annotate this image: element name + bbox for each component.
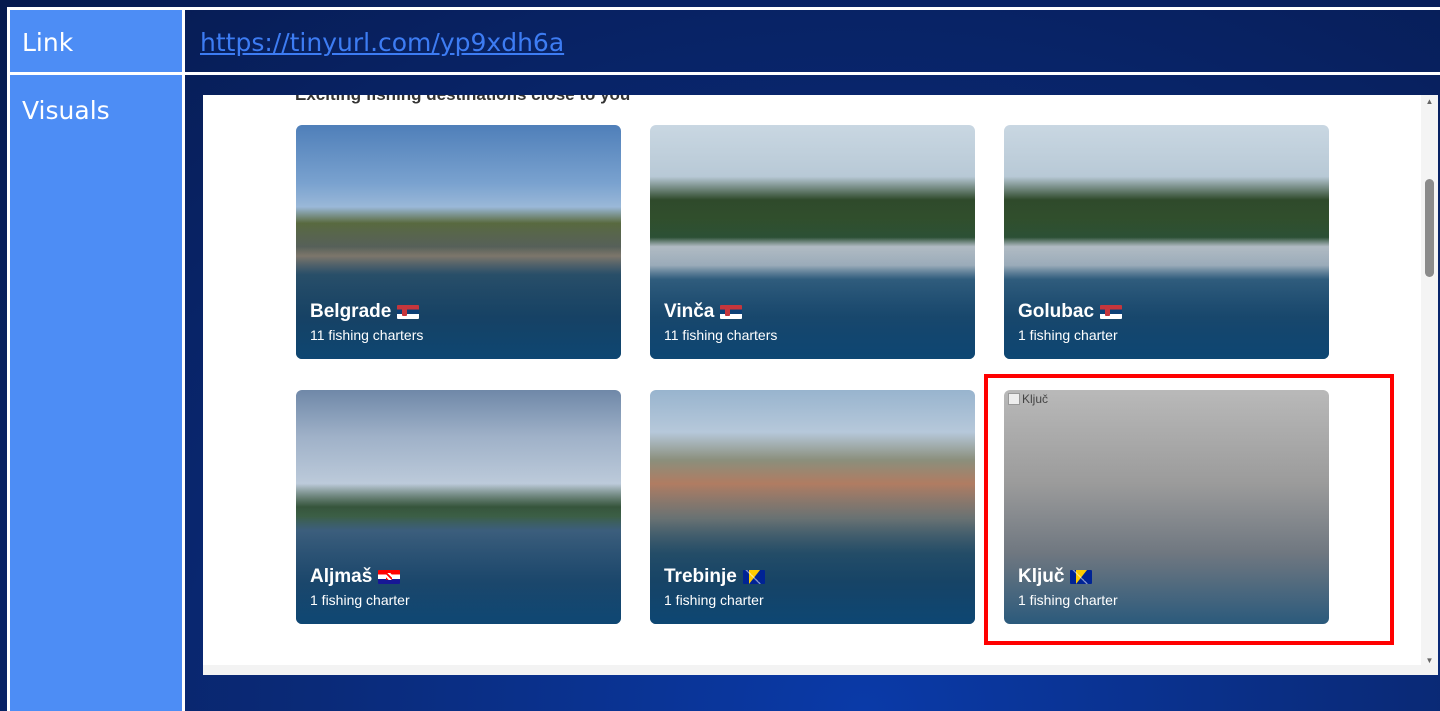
card-name: Ključ bbox=[1018, 566, 1093, 588]
bosnia-flag-icon bbox=[742, 570, 765, 584]
card-name: Trebinje bbox=[664, 566, 765, 588]
croatia-flag-icon bbox=[378, 570, 401, 584]
destination-card-aljmas[interactable]: Aljmaš 1 fishing charter bbox=[296, 390, 621, 624]
serbia-flag-icon bbox=[1100, 305, 1123, 319]
card-count: 11 fishing charters bbox=[310, 327, 424, 343]
card-count: 1 fishing charter bbox=[664, 592, 764, 608]
table-column-divider bbox=[182, 7, 185, 711]
row-label-link: Link bbox=[22, 28, 74, 57]
row-label-visuals: Visuals bbox=[22, 96, 110, 125]
slide-frame: Link https://tinyurl.com/yp9xdh6a Visual… bbox=[0, 0, 1440, 711]
scroll-up-arrow-icon[interactable]: ▲ bbox=[1425, 97, 1434, 106]
card-name: Belgrade bbox=[310, 301, 420, 323]
card-count: 1 fishing charter bbox=[1018, 592, 1118, 608]
table-border-left bbox=[7, 7, 10, 711]
tinyurl-link[interactable]: https://tinyurl.com/yp9xdh6a bbox=[200, 28, 564, 57]
serbia-flag-icon bbox=[720, 305, 743, 319]
table-row-divider bbox=[7, 72, 1440, 75]
bosnia-flag-icon bbox=[1070, 570, 1093, 584]
section-heading: Exciting fishing destinations close to y… bbox=[295, 95, 630, 105]
card-name: Vinča bbox=[664, 301, 743, 323]
scrollbar-thumb[interactable] bbox=[1425, 179, 1434, 277]
card-name: Aljmaš bbox=[310, 566, 401, 588]
destination-card-belgrade[interactable]: Belgrade 11 fishing charters bbox=[296, 125, 621, 359]
card-count: 11 fishing charters bbox=[664, 327, 778, 343]
destination-card-golubac[interactable]: Golubac 1 fishing charter bbox=[1004, 125, 1329, 359]
destination-card-kljuc[interactable]: Ključ Ključ 1 fishing charter bbox=[1004, 390, 1329, 624]
broken-image: Ključ bbox=[1008, 392, 1048, 406]
screenshot-bottom-band bbox=[203, 665, 1438, 675]
card-count: 1 fishing charter bbox=[310, 592, 410, 608]
broken-image-icon bbox=[1008, 393, 1020, 405]
table-border-top bbox=[7, 7, 1440, 10]
scroll-down-arrow-icon[interactable]: ▼ bbox=[1425, 656, 1434, 665]
destination-card-trebinje[interactable]: Trebinje 1 fishing charter bbox=[650, 390, 975, 624]
embedded-screenshot: Exciting fishing destinations close to y… bbox=[203, 95, 1438, 665]
card-count: 1 fishing charter bbox=[1018, 327, 1118, 343]
destination-card-vinca[interactable]: Vinča 11 fishing charters bbox=[650, 125, 975, 359]
card-name: Golubac bbox=[1018, 301, 1123, 323]
serbia-flag-icon bbox=[397, 305, 420, 319]
